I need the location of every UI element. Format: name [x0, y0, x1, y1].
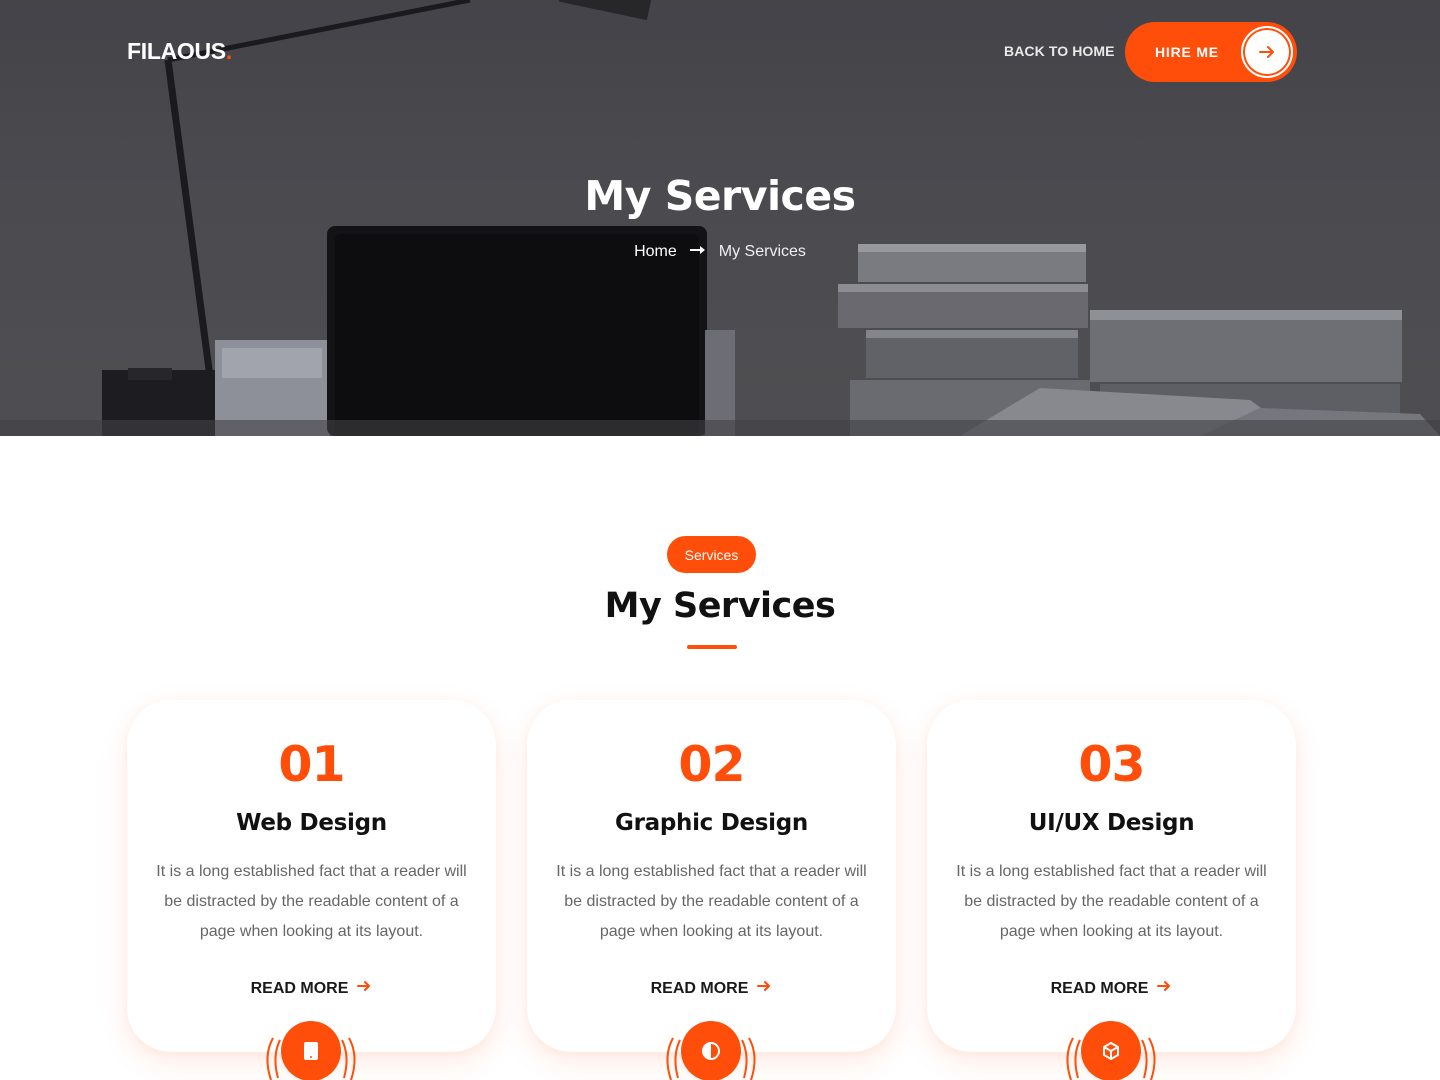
service-number: 02 [678, 736, 745, 793]
read-more-link[interactable]: READ MORE [127, 978, 496, 999]
title-underline [687, 645, 737, 649]
service-number: 01 [278, 736, 345, 793]
arrow-right-icon [356, 978, 372, 999]
service-number: 03 [1078, 736, 1145, 793]
long-arrow-right-icon [689, 243, 707, 261]
service-card-graphic-design: 02 Graphic Design It is a long establish… [527, 700, 896, 1080]
read-more-label: READ MORE [250, 979, 349, 997]
hire-me-button[interactable]: HIRE ME [1125, 22, 1297, 82]
tablet-icon [281, 1021, 341, 1080]
breadcrumb-home-link[interactable]: Home [634, 243, 677, 261]
read-more-label: READ MORE [1050, 979, 1149, 997]
breadcrumb-current: My Services [718, 243, 806, 260]
arrow-right-icon [756, 978, 772, 999]
breadcrumb: Home My Services [0, 243, 1440, 261]
hero-banner: FILAOUS. BACK TO HOME HIRE ME My Service… [0, 0, 1440, 436]
arrow-right-icon [1156, 978, 1172, 999]
logo-text: FILAOUS [127, 38, 226, 64]
top-navbar: FILAOUS. BACK TO HOME HIRE ME [0, 0, 1440, 104]
arrow-right-icon [1241, 26, 1293, 78]
contrast-icon [681, 1021, 741, 1080]
service-card-web-design: 01 Web Design It is a long established f… [127, 700, 496, 1080]
back-to-home-link[interactable]: BACK TO HOME [1004, 43, 1115, 59]
service-title: Graphic Design [614, 810, 808, 836]
service-description: It is a long established fact that a rea… [956, 863, 1267, 940]
service-title: UI/UX Design [1028, 810, 1195, 836]
logo-dot: . [225, 38, 232, 64]
section-title: My Services [604, 586, 836, 626]
service-icon-badge [261, 1010, 361, 1080]
page-title: My Services [584, 172, 856, 220]
service-icon-badge [1061, 1010, 1161, 1080]
service-title: Web Design [236, 810, 387, 836]
hire-me-label: HIRE ME [1155, 44, 1219, 60]
section-badge: Services [667, 536, 756, 573]
service-card-ui-ux-design: 03 UI/UX Design It is a long established… [927, 700, 1296, 1080]
service-icon-badge [661, 1010, 761, 1080]
cube-icon [1081, 1021, 1141, 1080]
service-description: It is a long established fact that a rea… [156, 863, 467, 940]
read-more-label: READ MORE [650, 979, 749, 997]
read-more-link[interactable]: READ MORE [527, 978, 896, 999]
service-description: It is a long established fact that a rea… [556, 863, 867, 940]
site-logo[interactable]: FILAOUS. [127, 38, 232, 65]
read-more-link[interactable]: READ MORE [927, 978, 1296, 999]
